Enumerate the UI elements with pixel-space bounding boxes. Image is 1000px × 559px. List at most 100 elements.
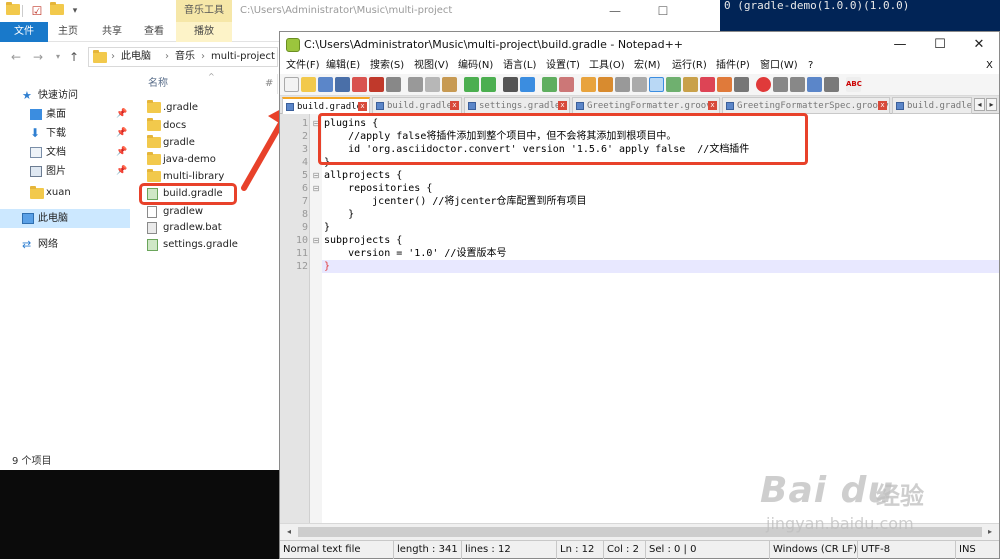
print-icon[interactable] (386, 77, 401, 92)
up-arrow-icon[interactable]: ↑ (66, 49, 82, 65)
tab-share[interactable]: 共享 (94, 22, 130, 42)
column-header-next[interactable]: # (265, 74, 273, 94)
doc-tab-build-gradle-active[interactable]: build.gradle x (282, 97, 370, 114)
doc-tab-greeting-formatter-spec[interactable]: GreetingFormatterSpec.groovy x (722, 97, 890, 114)
save-macro-icon[interactable] (824, 77, 839, 92)
copy-icon[interactable] (425, 77, 440, 92)
menu-view[interactable]: 视图(V) (414, 58, 449, 74)
menu-close-document[interactable]: X (986, 58, 993, 74)
file-item-settings-gradle[interactable]: settings.gradle (144, 236, 274, 253)
file-item-gradlew-bat[interactable]: gradlew.bat (144, 219, 274, 236)
nav-documents[interactable]: 文档 📌 (0, 143, 130, 162)
customize-quick-access-icon[interactable]: ▾ (68, 4, 82, 18)
menu-language[interactable]: 语言(L) (503, 58, 536, 74)
menu-help[interactable]: ? (808, 58, 813, 74)
back-arrow-icon[interactable]: ← (8, 49, 24, 65)
maximize-button[interactable]: ☐ (640, 0, 686, 22)
tab-scroll-right-icon[interactable]: ▸ (986, 98, 997, 111)
redo-icon[interactable] (481, 77, 496, 92)
nav-downloads[interactable]: ⬇ 下载 📌 (0, 124, 130, 143)
menu-macro[interactable]: 宏(M) (634, 58, 660, 74)
document-map-icon[interactable] (683, 77, 698, 92)
npp-minimize-button[interactable]: — (880, 32, 920, 58)
npp-maximize-button[interactable]: ☐ (920, 32, 960, 58)
doc-tab-settings-gradle[interactable]: settings.gradle x (464, 97, 570, 114)
breadcrumb-music[interactable]: 音乐 (175, 48, 195, 66)
nav-pictures[interactable]: 图片 📌 (0, 162, 130, 181)
fold-margin: ⊟ ⊟ ⊟ ⊟ (310, 114, 322, 523)
nav-xuan[interactable]: xuan (0, 183, 130, 202)
menu-plugins[interactable]: 插件(P) (716, 58, 750, 74)
close-file-icon[interactable] (352, 77, 367, 92)
properties-icon[interactable]: ☑ (30, 4, 44, 18)
breadcrumb-this-pc[interactable]: 此电脑 (121, 48, 151, 66)
spell-check-icon[interactable]: ABC (846, 77, 862, 92)
new-file-icon[interactable] (284, 77, 299, 92)
fold-toggle-icon[interactable]: ⊟ (312, 234, 320, 247)
close-tab-icon[interactable]: x (708, 101, 717, 110)
paste-icon[interactable] (442, 77, 457, 92)
nav-network[interactable]: ⇄ 网络 (0, 235, 130, 254)
save-all-icon[interactable] (335, 77, 350, 92)
scroll-left-icon[interactable]: ◂ (283, 526, 295, 538)
zoom-in-icon[interactable] (542, 77, 557, 92)
menu-edit[interactable]: 编辑(E) (326, 58, 360, 74)
npp-close-button[interactable]: ✕ (959, 32, 999, 58)
run-macro-multiple-icon[interactable] (807, 77, 822, 92)
stop-macro-icon[interactable] (773, 77, 788, 92)
function-list-icon[interactable] (700, 77, 715, 92)
menu-tools[interactable]: 工具(O) (589, 58, 625, 74)
new-folder-icon[interactable] (50, 2, 64, 18)
menu-settings[interactable]: 设置(T) (546, 58, 580, 74)
record-macro-icon[interactable] (756, 77, 771, 92)
save-icon[interactable] (318, 77, 333, 92)
nav-this-pc[interactable]: 此电脑 (0, 209, 130, 228)
npp-title: C:\Users\Administrator\Music\multi-proje… (304, 38, 684, 51)
zoom-out-icon[interactable] (559, 77, 574, 92)
sync-horizontal-icon[interactable] (598, 77, 613, 92)
breadcrumb-multi-project[interactable]: multi-project (211, 48, 275, 66)
play-macro-icon[interactable] (790, 77, 805, 92)
tab-play[interactable]: 播放 (176, 22, 232, 42)
menu-search[interactable]: 搜索(S) (370, 58, 404, 74)
tab-file[interactable]: 文件 (0, 22, 48, 42)
doc-tab-build-gradle-2[interactable]: build.gradle (892, 97, 972, 114)
user-language-icon[interactable] (666, 77, 681, 92)
nav-desktop[interactable]: 桌面 📌 (0, 105, 130, 124)
forward-arrow-icon[interactable]: → (30, 49, 46, 65)
monitoring-icon[interactable] (734, 77, 749, 92)
doc-tab-build-gradle[interactable]: build.gradle x (372, 97, 462, 114)
doc-tab-greeting-formatter[interactable]: GreetingFormatter.groovy x (572, 97, 720, 114)
minimize-button[interactable]: — (592, 0, 638, 22)
close-tab-icon[interactable]: x (358, 102, 367, 111)
tab-view[interactable]: 查看 (136, 22, 172, 42)
nav-quick-access[interactable]: ★ 快速访问 (0, 86, 130, 105)
open-file-icon[interactable] (301, 77, 316, 92)
show-all-chars-icon[interactable] (632, 77, 647, 92)
close-tab-icon[interactable]: x (878, 101, 887, 110)
menu-encoding[interactable]: 编码(N) (458, 58, 493, 74)
cut-icon[interactable] (408, 77, 423, 92)
close-all-icon[interactable] (369, 77, 384, 92)
menu-window[interactable]: 窗口(W) (760, 58, 798, 74)
address-bar[interactable]: › 此电脑 › 音乐 › multi-project (88, 47, 278, 67)
fold-toggle-icon[interactable]: ⊟ (312, 182, 320, 195)
menu-run[interactable]: 运行(R) (672, 58, 707, 74)
file-item-gradlew[interactable]: gradlew (144, 203, 274, 220)
undo-icon[interactable] (464, 77, 479, 92)
recent-locations-icon[interactable]: ▾ (50, 49, 66, 65)
menu-file[interactable]: 文件(F) (286, 58, 320, 74)
close-tab-icon[interactable]: x (558, 101, 567, 110)
tab-home[interactable]: 主页 (50, 22, 86, 42)
folder-workspace-icon[interactable] (717, 77, 732, 92)
word-wrap-icon[interactable] (615, 77, 630, 92)
tab-scroll-left-icon[interactable]: ◂ (974, 98, 985, 111)
sync-scroll-icon[interactable] (581, 77, 596, 92)
close-tab-icon[interactable]: x (450, 101, 459, 110)
indent-guide-icon[interactable] (649, 77, 664, 92)
column-header-name[interactable]: 名称 ^ (144, 72, 278, 94)
scroll-right-icon[interactable]: ▸ (984, 526, 996, 538)
replace-icon[interactable] (520, 77, 535, 92)
find-icon[interactable] (503, 77, 518, 92)
fold-toggle-icon[interactable]: ⊟ (312, 169, 320, 182)
